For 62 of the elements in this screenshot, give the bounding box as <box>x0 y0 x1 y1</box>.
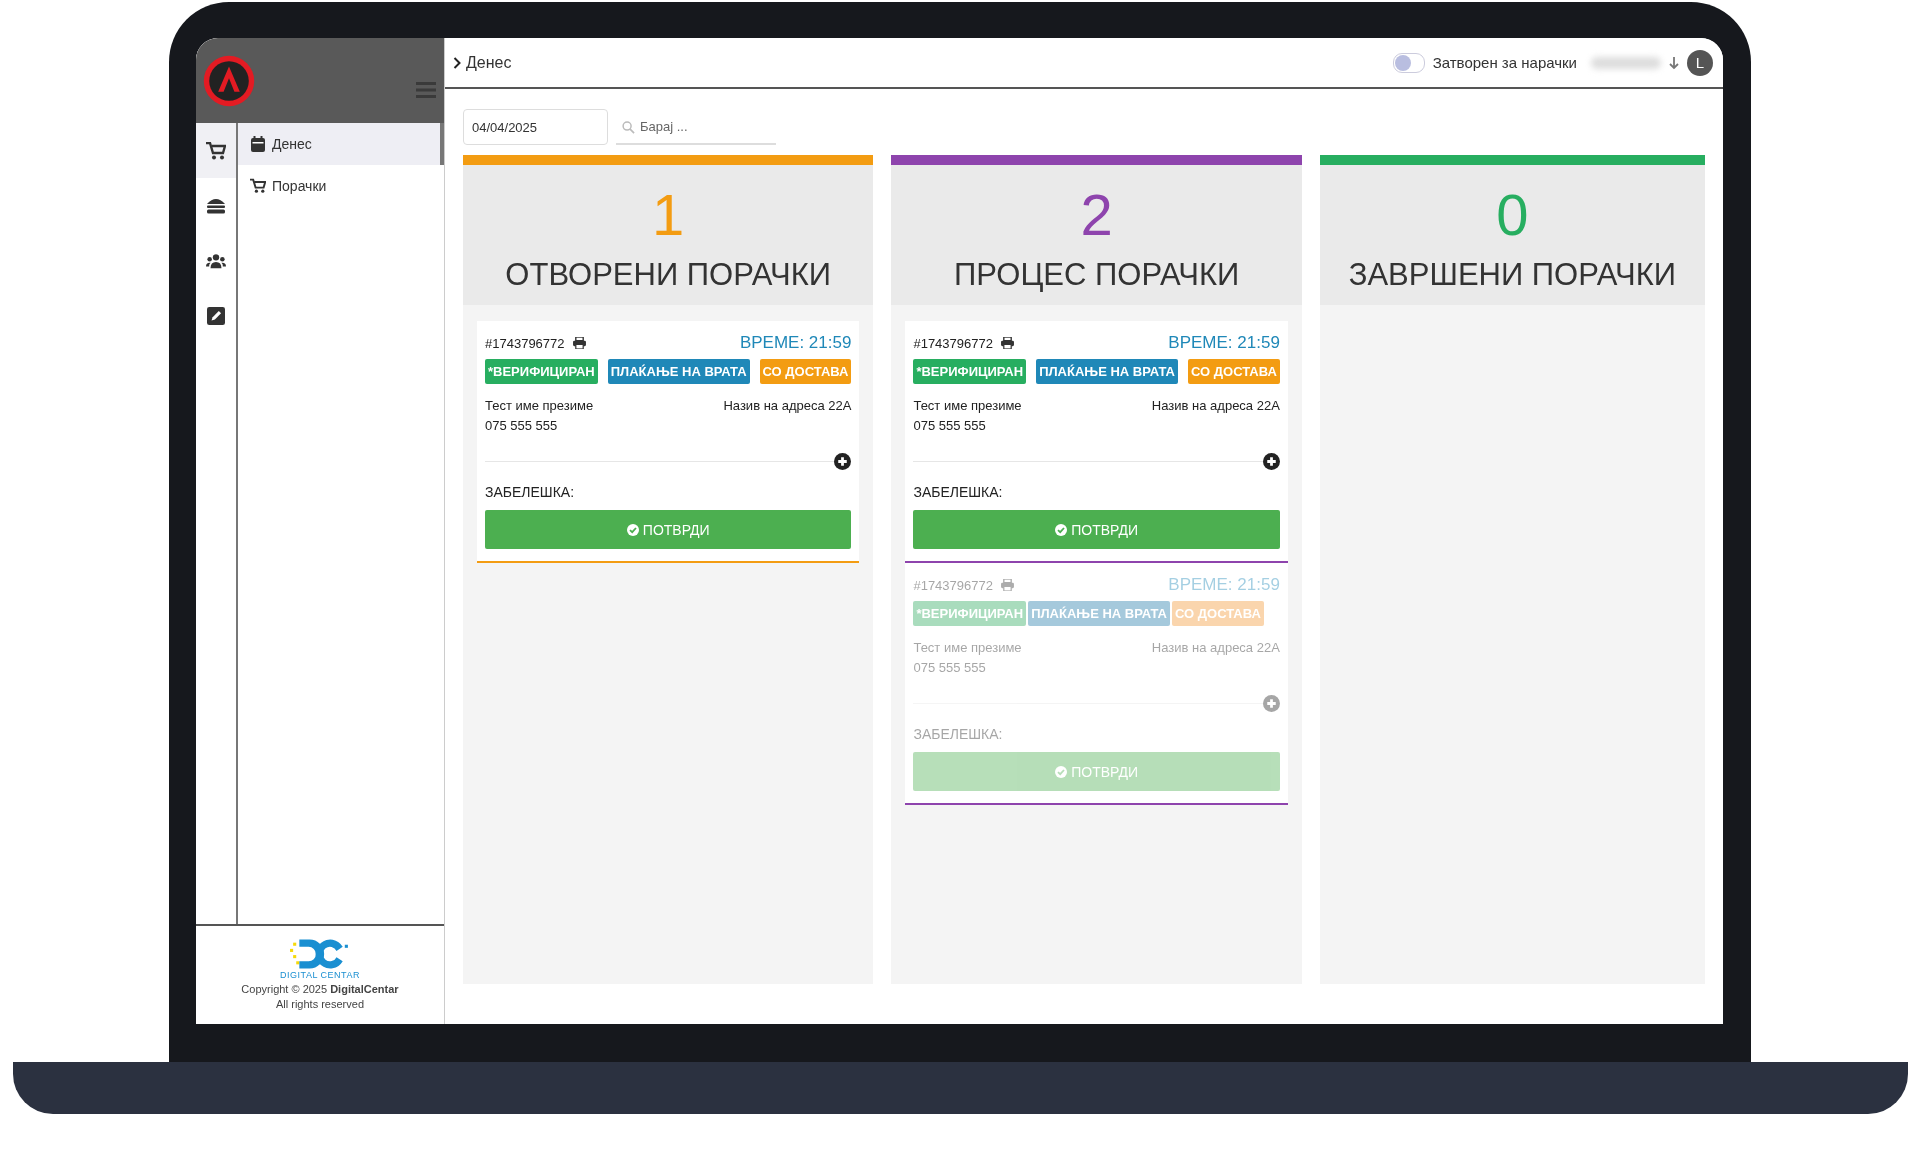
printer-icon[interactable] <box>1000 337 1014 349</box>
order-tag: ПЛАЌАЊЕ НА ВРАТА <box>1028 601 1170 626</box>
arrow-down-icon[interactable] <box>1669 55 1679 70</box>
search-icon <box>622 121 635 134</box>
column-title: ПРОЦЕС ПОРАЧКИ <box>954 257 1240 293</box>
order-tag: ПЛАЌАЊЕ НА ВРАТА <box>1036 359 1178 384</box>
order-count: 0 <box>1496 181 1529 249</box>
cart-icon <box>250 178 266 194</box>
order-number: #1743796772 <box>913 577 993 593</box>
order-number: #1743796772 <box>485 335 565 351</box>
order-tag: СО ДОСТАВА <box>1171 601 1264 626</box>
check-circle-icon <box>1055 523 1068 536</box>
users-icon <box>206 251 226 270</box>
breadcrumb[interactable]: Денес <box>466 53 512 72</box>
company-logo-text: DIGITAL CENTAR <box>280 970 360 980</box>
toggle-switch[interactable] <box>1392 52 1425 73</box>
order-number: #1743796772 <box>913 335 993 351</box>
menu-item[interactable]: Денес <box>238 123 444 165</box>
customer-phone: 075 555 555 <box>913 660 987 675</box>
add-icon[interactable] <box>1262 453 1280 470</box>
date-field[interactable]: 04/04/2025 <box>463 109 608 145</box>
order-count: 2 <box>1080 181 1113 249</box>
customer-phone: 075 555 555 <box>485 418 559 433</box>
order-time: ВРЕМЕ: 21:59 <box>739 333 852 353</box>
order-tag: СО ДОСТАВА <box>1187 359 1280 384</box>
copyright-text: Copyright © 2025 DigitalCentar <box>241 983 399 995</box>
chevron-right-icon <box>453 56 461 69</box>
menu-item[interactable]: Порачки <box>238 165 444 207</box>
order-tag: СО ДОСТАВА <box>759 359 852 384</box>
note-label: ЗАБЕЛЕШКА: <box>913 726 1004 742</box>
order-tag: *ВЕРИФИЦИРАН <box>485 359 598 384</box>
delivery-address: Назив на адреса 22A <box>1151 398 1280 413</box>
order-time: ВРЕМЕ: 21:59 <box>1168 333 1280 353</box>
check-circle-icon <box>626 523 639 536</box>
order-time: ВРЕМЕ: 21:59 <box>1168 575 1280 595</box>
rail-item[interactable] <box>196 123 236 178</box>
delivery-address: Назив на адреса 22A <box>1151 640 1280 655</box>
restaurant-logo-icon <box>202 53 256 108</box>
rights-text: All rights reserved <box>275 998 364 1010</box>
user-avatar[interactable]: L <box>1687 49 1713 76</box>
customer-name: Тест име презиме <box>913 640 1022 655</box>
burger-icon <box>206 196 226 215</box>
note-label: ЗАБЕЛЕШКА: <box>913 484 1004 500</box>
check-circle-icon <box>1055 765 1068 778</box>
customer-name: Тест име презиме <box>913 398 1022 413</box>
calendar-icon <box>250 136 266 152</box>
column-title: ОТВОРЕНИ ПОРАЧКИ <box>505 257 832 293</box>
toggle-label: Затворен за нарачки <box>1432 54 1577 71</box>
order-tag: ПЛАЌАЊЕ НА ВРАТА <box>607 359 750 384</box>
customer-name: Тест име презиме <box>485 398 594 413</box>
order-count: 1 <box>652 181 685 249</box>
blurred-username <box>1591 56 1661 69</box>
cart-icon <box>206 141 226 160</box>
note-label: ЗАБЕЛЕШКА: <box>485 484 576 500</box>
order-tag: *ВЕРИФИЦИРАН <box>913 359 1027 384</box>
printer-icon[interactable] <box>572 337 586 349</box>
delivery-address: Назив на адреса 22A <box>723 398 852 413</box>
customer-phone: 075 555 555 <box>913 418 987 433</box>
edit-icon <box>206 306 226 325</box>
add-icon[interactable] <box>834 453 852 470</box>
column-title: ЗАВРШЕНИ ПОРАЧКИ <box>1348 257 1677 293</box>
order-tag: *ВЕРИФИЦИРАН <box>913 601 1027 626</box>
